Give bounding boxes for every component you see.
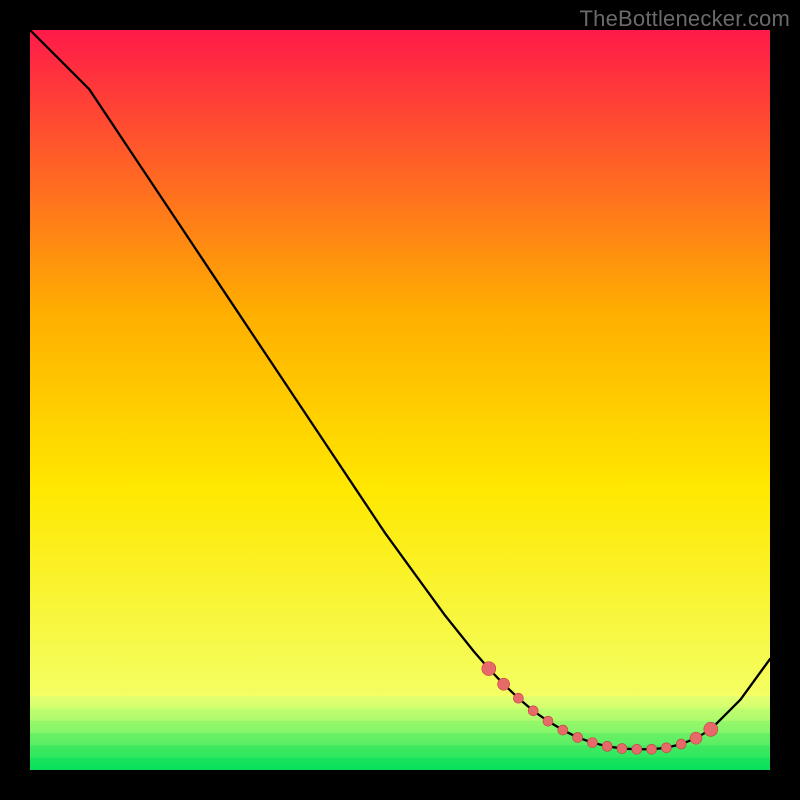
marker-dot [647, 744, 657, 754]
marker-dot [573, 732, 583, 742]
marker-dot [498, 678, 510, 690]
marker-dot [543, 716, 553, 726]
marker-dot [513, 693, 523, 703]
plot-area [30, 30, 770, 770]
watermark-text: TheBottlenecker.com [580, 6, 790, 32]
marker-dot [482, 662, 496, 676]
marker-dot [690, 732, 702, 744]
marker-dot [661, 743, 671, 753]
marker-dot [528, 706, 538, 716]
marker-dot [704, 722, 718, 736]
marker-dot [587, 738, 597, 748]
gradient-rect [30, 30, 770, 770]
bottom-band-group [30, 696, 770, 770]
marker-dot [617, 744, 627, 754]
marker-dot [558, 725, 568, 735]
marker-dot [676, 739, 686, 749]
chart-frame: TheBottlenecker.com [0, 0, 800, 800]
marker-dot [602, 741, 612, 751]
chart-svg [30, 30, 770, 770]
marker-dot [632, 744, 642, 754]
